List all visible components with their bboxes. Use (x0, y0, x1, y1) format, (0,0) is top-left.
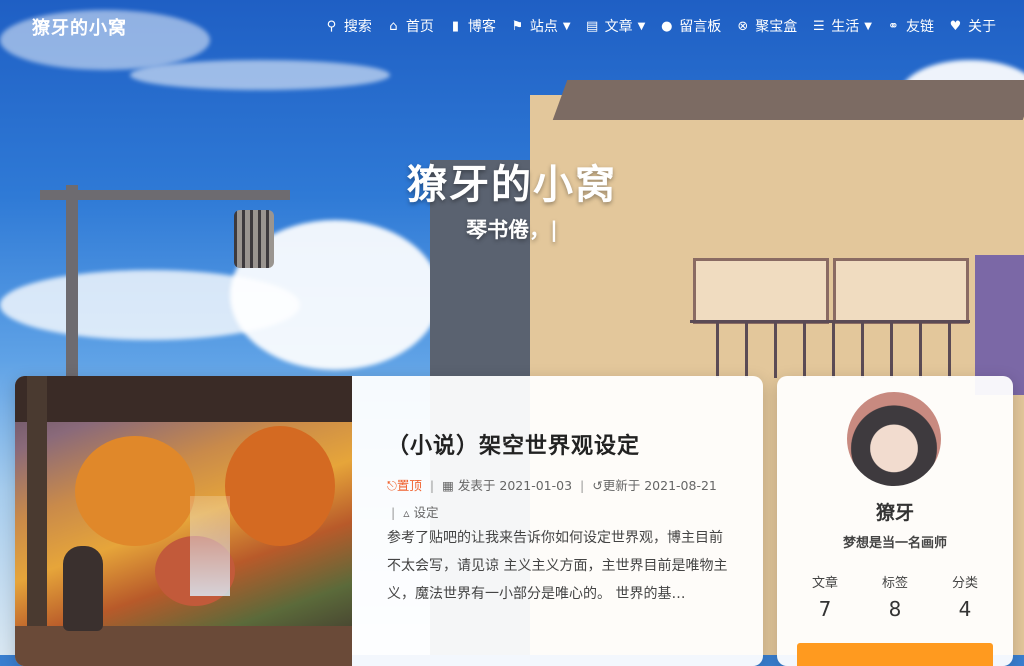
divider: | (391, 505, 396, 520)
published-date: 2021-01-03 (499, 478, 573, 493)
nav-menu: ⚲ 搜索 ⌂ 首页 ▮ 博客 ⚑ 站点 ▼ ▤ 文章 ▼ ● 留言板 ⊗ 聚宝盒 (324, 16, 996, 36)
nav-label: 搜索 (343, 19, 372, 35)
nav-item-articles[interactable]: ▤ 文章 ▼ (585, 16, 646, 36)
nav-label: 文章 (604, 19, 633, 35)
post-title[interactable]: （小说）架空世界观设定 (387, 428, 640, 460)
avatar[interactable] (847, 392, 941, 486)
tree (225, 426, 335, 546)
link-icon: ⚭ (888, 18, 899, 34)
nav-item-home[interactable]: ⌂ 首页 (386, 16, 434, 36)
post-thumbnail[interactable] (15, 376, 352, 666)
profile-card: 獠牙 梦想是当一名画师 文章 7 标签 8 分类 4 (777, 376, 1013, 666)
comment-icon: ● (661, 18, 673, 34)
chevron-down-icon: ▼ (864, 20, 872, 32)
calendar-icon: ▦ (442, 478, 454, 493)
stat-label: 标签 (881, 576, 908, 591)
author-name: 獠牙 (875, 502, 914, 524)
pin-icon: ⎋ (387, 478, 397, 493)
nav-item-guestbook[interactable]: ● 留言板 (659, 16, 721, 36)
window (833, 258, 969, 324)
top-navbar: 獠牙的小窝 ⚲ 搜索 ⌂ 首页 ▮ 博客 ⚑ 站点 ▼ ▤ 文章 ▼ ● 留言板… (0, 0, 1024, 52)
category-icon: ▵ (403, 505, 410, 520)
nav-label: 博客 (467, 19, 496, 35)
post-card[interactable]: （小说）架空世界观设定 ⎋置顶 | ▦ 发表于 2021-01-03 | ↺更新… (15, 376, 763, 666)
nav-label: 留言板 (679, 19, 722, 35)
author-description: 梦想是当一名画师 (842, 536, 947, 551)
stat-label: 文章 (811, 576, 838, 591)
hero-subtitle: 琴书倦，| (466, 218, 558, 242)
cloud (130, 60, 390, 90)
stat-value: 7 (818, 597, 832, 621)
updated-date: 2021-08-21 (644, 478, 717, 493)
list-icon: ☰ (812, 18, 825, 34)
heart-icon: ♥ (949, 18, 962, 34)
history-icon: ↺ (592, 478, 603, 493)
hero-title: 獠牙的小窝 (407, 162, 617, 208)
divider: | (580, 478, 585, 493)
waterfall (190, 496, 230, 596)
veranda-floor (15, 626, 352, 666)
stat-tags[interactable]: 标签 8 (865, 572, 925, 621)
published-label: 发表于 (457, 478, 496, 493)
sitting-figure (63, 546, 103, 631)
stat-categories[interactable]: 分类 4 (935, 572, 995, 621)
flag-icon: ⚑ (511, 18, 524, 34)
file-icon: ▤ (585, 18, 599, 34)
updated-label: 更新于 (602, 478, 641, 493)
wooden-post (27, 376, 47, 666)
nav-item-search[interactable]: ⚲ 搜索 (324, 16, 372, 36)
nav-label: 关于 (968, 19, 996, 35)
stat-articles[interactable]: 文章 7 (795, 572, 855, 621)
site-brand[interactable]: 獠牙的小窝 (32, 14, 127, 40)
nav-item-treasure[interactable]: ⊗ 聚宝盒 (735, 16, 797, 36)
balcony-railing (690, 320, 970, 378)
nav-label: 首页 (405, 19, 434, 35)
divider: | (429, 478, 435, 493)
nav-label: 生活 (831, 19, 860, 35)
xbox-icon: ⊗ (737, 18, 749, 34)
window (693, 258, 829, 324)
stat-value: 8 (888, 597, 902, 621)
stat-value: 4 (958, 597, 972, 621)
nav-label: 聚宝盒 (755, 19, 798, 35)
nav-item-links[interactable]: ⚭ 友链 (886, 16, 934, 36)
nav-item-life[interactable]: ☰ 生活 ▼ (811, 16, 872, 36)
nav-label: 友链 (906, 19, 934, 35)
author-stats: 文章 7 标签 8 分类 4 (795, 572, 995, 621)
chevron-down-icon: ▼ (637, 20, 646, 32)
stat-label: 分类 (951, 576, 978, 591)
home-icon: ⌂ (389, 18, 398, 34)
book-icon: ▮ (451, 18, 459, 34)
nav-item-blog[interactable]: ▮ 博客 (448, 16, 496, 36)
chevron-down-icon: ▼ (562, 20, 571, 32)
roof (552, 80, 1024, 120)
tree (75, 436, 195, 546)
nav-label: 站点 (529, 19, 558, 35)
nav-item-about[interactable]: ♥ 关于 (948, 16, 996, 36)
search-icon: ⚲ (326, 18, 337, 34)
pinned-badge: 置顶 (396, 478, 422, 493)
post-excerpt: 参考了贴吧的让我来告诉你如何设定世界观，博主目前不太会写，请见谅 主义主义方面，… (387, 530, 728, 602)
roof-eave (15, 376, 352, 422)
post-category[interactable]: 设定 (413, 505, 438, 520)
nav-item-sites[interactable]: ⚑ 站点 ▼ (510, 16, 571, 36)
post-meta: ⎋置顶 | ▦ 发表于 2021-01-03 | ↺更新于 2021-08-21… (387, 472, 732, 526)
shutter (975, 255, 1024, 395)
